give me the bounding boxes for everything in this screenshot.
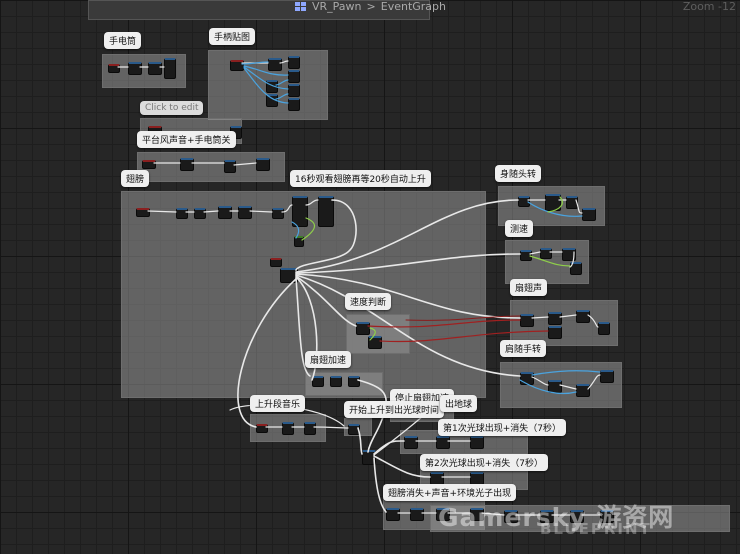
exec-wire (305, 199, 319, 206)
exec-wire (295, 253, 521, 274)
exec-wire (147, 204, 293, 213)
comment-title-shoulder-turn[interactable]: 肩随手转 (500, 340, 547, 357)
exec-wire (531, 374, 601, 390)
data-wire (529, 255, 571, 267)
comment-title-wings[interactable]: 翅膀 (121, 170, 150, 187)
exec-wire (265, 426, 349, 429)
data-wire (369, 327, 376, 341)
data-wire (291, 221, 300, 239)
comment-title-flap-sound[interactable]: 扇翅声 (510, 279, 548, 296)
comment-title-flap-accel[interactable]: 扇翅加速 (305, 351, 352, 368)
data-wire (527, 201, 583, 217)
comment-title-controller-texture[interactable]: 手柄贴图 (209, 28, 256, 45)
comment-title-wind-sound[interactable]: 平台风声音+手电筒关 (137, 131, 236, 148)
comment-title-speed-test[interactable]: 测速 (505, 220, 534, 237)
comment-title-body-turn[interactable]: 身随头转 (495, 165, 542, 182)
comment-title-click-to-edit[interactable]: Click to edit (140, 101, 204, 115)
comment-title-wing-timer[interactable]: 16秒观看翅膀再等20秒自动上升 (290, 170, 431, 187)
data-wire (275, 79, 289, 100)
comment-title-speed-judge[interactable]: 速度判断 (345, 293, 392, 310)
comment-title-orb-second[interactable]: 第2次光球出现+消失（7秒） (420, 454, 548, 471)
comment-title-orb-first[interactable]: 第1次光球出现+消失（7秒） (438, 419, 566, 436)
watermark-blueprint: BLUEPRINT (540, 520, 652, 538)
exec-wire (295, 199, 519, 273)
exec-wire (295, 273, 521, 319)
data-wire (519, 370, 601, 395)
comment-title-earth-appear[interactable]: 出地球 (440, 395, 478, 412)
data-wire (301, 217, 316, 241)
exec-wire (531, 314, 599, 328)
exec-wire (153, 162, 257, 166)
comment-title-flashlight[interactable]: 手电筒 (104, 32, 142, 49)
comment-title-ascend-start[interactable]: 开始上升到出光球时间 (344, 401, 445, 418)
data-wire (547, 196, 563, 213)
exec-wire (295, 199, 357, 271)
exec-wire (357, 427, 363, 455)
wire-layer (117, 60, 601, 516)
exec-wire (529, 251, 575, 268)
comment-title-ascend-music[interactable]: 上升段音乐 (250, 395, 306, 412)
